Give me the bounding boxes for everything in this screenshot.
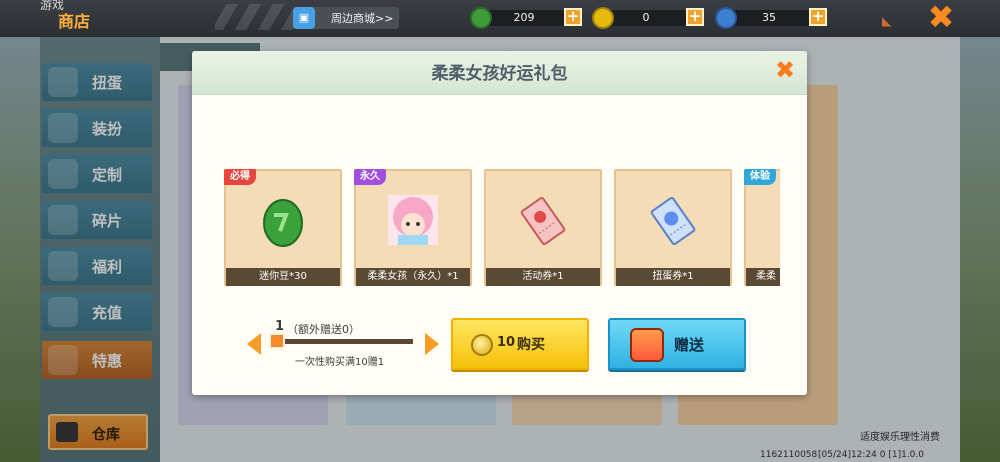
- mini-coin-icon: [592, 7, 614, 29]
- add-mini-bean-button[interactable]: +: [564, 8, 582, 26]
- quantity-value: 1: [275, 319, 285, 334]
- reward-item[interactable]: 柔柔女孩（永久）*1 永久: [354, 169, 472, 286]
- dialog-header: 柔柔女孩好运礼包 ✖: [192, 51, 807, 95]
- reward-item[interactable]: 迷你豆*30 必得: [224, 169, 342, 286]
- decorative-stripes: [215, 4, 295, 30]
- decrease-arrow-icon[interactable]: [247, 333, 261, 355]
- girl-avatar-icon: [388, 195, 438, 245]
- reward-name: 柔柔女孩（永久）*1: [356, 268, 470, 286]
- quantity-stepper: 1 （额外赠送0） 一次性购买满10赠1: [247, 319, 447, 375]
- gift-label: 赠送: [674, 336, 705, 354]
- buy-button[interactable]: 10 购买: [451, 318, 589, 370]
- reward-name: 迷你豆*30: [226, 268, 340, 286]
- star-count: 35: [762, 11, 776, 24]
- reward-name: 扭蛋券*1: [616, 268, 730, 286]
- promo-rule-text: 一次性购买满10赠1: [295, 357, 385, 368]
- extra-gift-text: （额外赠送0）: [287, 323, 360, 336]
- add-mini-coin-button[interactable]: +: [686, 8, 704, 26]
- event-ticket-icon: [520, 196, 566, 246]
- close-icon[interactable]: ✖: [772, 57, 798, 83]
- top-bar: 游戏 商店 ▣ 周边商城>> 209 + 0 + 35 + ◣ ✖: [0, 0, 1000, 37]
- reward-item[interactable]: 柔柔 体验: [744, 169, 780, 286]
- green-bean-icon: [263, 199, 303, 247]
- page-title: 商店: [58, 12, 91, 31]
- trial-badge: 体验: [744, 169, 776, 185]
- merch-mall-label: 周边商城>>: [331, 12, 394, 25]
- rss-icon: ◣: [882, 14, 892, 28]
- dialog-title: 柔柔女孩好运礼包: [431, 64, 568, 84]
- mini-coin-count: 0: [642, 11, 650, 24]
- reward-name: 柔柔: [746, 268, 780, 286]
- close-shop-icon[interactable]: ✖: [921, 0, 961, 34]
- reward-item[interactable]: 活动券*1: [484, 169, 602, 286]
- star-icon: [715, 7, 737, 29]
- reward-list: 迷你豆*30 必得 柔柔女孩（永久）*1 永久 活动券*1 扭蛋券*1 柔柔 体…: [224, 169, 780, 289]
- mini-coin-icon: [471, 334, 493, 356]
- buy-label: 购买: [517, 337, 545, 353]
- mini-bean-count: 209: [513, 11, 535, 24]
- merch-mall-button[interactable]: ▣ 周边商城>>: [293, 7, 399, 29]
- increase-arrow-icon[interactable]: [425, 333, 439, 355]
- quantity-slider-track[interactable]: [269, 339, 413, 344]
- gift-pack-dialog: 柔柔女孩好运礼包 ✖ 迷你豆*30 必得 柔柔女孩（永久）*1 永久 活动券*1…: [192, 51, 807, 395]
- permanent-badge: 永久: [354, 169, 386, 185]
- mini-bean-icon: [470, 7, 492, 29]
- reward-item[interactable]: 扭蛋券*1: [614, 169, 732, 286]
- mall-icon: ▣: [293, 7, 315, 29]
- quantity-slider-handle[interactable]: [269, 333, 285, 349]
- add-star-button[interactable]: +: [809, 8, 827, 26]
- partial-item-icon: [746, 171, 780, 268]
- guaranteed-badge: 必得: [224, 169, 256, 185]
- gift-button[interactable]: 赠送: [608, 318, 746, 370]
- reward-name: 活动券*1: [486, 268, 600, 286]
- buy-price: 10: [497, 335, 516, 350]
- capsule-ticket-icon: [650, 196, 696, 246]
- gift-box-icon: [630, 328, 664, 362]
